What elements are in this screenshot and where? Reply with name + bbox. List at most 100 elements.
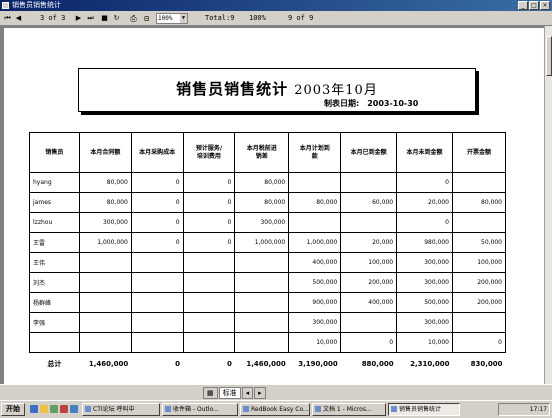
maximize-button[interactable]: □ xyxy=(529,1,539,10)
export-icon[interactable]: ⊟ xyxy=(141,13,152,24)
table-cell: 0 xyxy=(452,332,506,353)
table-cell: 80,000 xyxy=(78,172,132,193)
table-cell xyxy=(78,332,132,353)
report-period: 2003年10月 xyxy=(294,83,378,98)
total-cell: 0 xyxy=(226,359,232,368)
table-cell: 1,000,000 xyxy=(78,232,132,253)
table-cell: 杨群峰 xyxy=(29,292,80,313)
refresh-icon[interactable]: ↻ xyxy=(112,14,121,23)
table-cell: 500,000 xyxy=(396,292,453,313)
tab-scroll-right[interactable]: ▸ xyxy=(254,387,266,399)
folder-icon[interactable] xyxy=(40,405,48,413)
taskbar-task[interactable]: 销售员销售统计 xyxy=(388,403,460,416)
table-cell: 王雷 xyxy=(29,232,80,253)
table-cell xyxy=(452,212,506,233)
table-cell xyxy=(234,272,290,293)
table-cell: 0 xyxy=(396,212,453,233)
table-cell: 80,000 xyxy=(78,192,132,213)
last-page-icon[interactable]: ⏭ xyxy=(86,14,95,23)
table-cell: 刘杰 xyxy=(29,272,80,293)
table-cell xyxy=(130,312,184,333)
next-page-icon[interactable]: ▶ xyxy=(74,14,83,23)
table-cell: 0 xyxy=(130,212,184,233)
table-cell: 900,000 xyxy=(288,292,342,313)
table-row: 李强 300,000 300,000 xyxy=(29,312,506,333)
window-title: 销售员销售统计 xyxy=(12,1,61,9)
table-cell xyxy=(340,172,398,193)
scrollbar-thumb[interactable] xyxy=(546,36,552,76)
chevron-down-icon: ▼ xyxy=(180,14,187,23)
first-page-icon[interactable]: ⏮ xyxy=(3,14,12,23)
table-cell xyxy=(234,252,290,273)
table-cell xyxy=(78,312,132,333)
table-cell: 0 xyxy=(182,192,236,213)
table-cell: james xyxy=(29,192,80,213)
minimize-button[interactable]: _ xyxy=(518,1,528,10)
table-cell: 李强 xyxy=(29,312,80,333)
total-cell: 总计 xyxy=(47,359,62,368)
taskbar-task[interactable]: CTI论坛 呼叫中 xyxy=(82,403,160,416)
table-cell xyxy=(78,252,132,273)
total-records: Total:9 xyxy=(205,14,235,22)
taskbar-task[interactable]: 收件箱 - Outlo... xyxy=(162,403,238,416)
taskbar: 开始 CTI论坛 呼叫中 收件箱 - Outlo... RedBook Easy C… xyxy=(0,400,552,418)
table-cell: 10,000 xyxy=(396,332,453,353)
close-button[interactable]: × xyxy=(540,1,550,10)
total-cell: 1,460,000 xyxy=(88,359,129,368)
report-page: 销售员销售统计 2003年10月 制表日期: 2003-10-30 销售员 本月合同额… xyxy=(4,28,544,384)
media-icon[interactable] xyxy=(60,405,68,413)
sheet-icon[interactable]: ▦ xyxy=(203,387,218,399)
table-cell: 200,000 xyxy=(452,292,506,313)
column-header: 销售员 xyxy=(29,132,80,173)
table-cell: 1,000,000 xyxy=(234,232,290,253)
table-cell xyxy=(182,252,236,273)
table-cell: 100,000 xyxy=(452,252,506,273)
table-cell xyxy=(182,292,236,313)
table-cell: hyang xyxy=(29,172,80,193)
table-cell xyxy=(234,332,290,353)
previous-page-icon[interactable]: ◀ xyxy=(14,14,23,23)
column-header: 本月税前进 销差 xyxy=(234,132,290,173)
start-button[interactable]: 开始 xyxy=(1,403,25,416)
ie-icon[interactable] xyxy=(30,405,38,413)
table-cell: 80,000 xyxy=(288,192,342,213)
table-cell: 1,000,000 xyxy=(288,232,342,253)
table-cell: 50,000 xyxy=(452,232,506,253)
taskbar-task[interactable]: RedBook Easy Co... xyxy=(240,403,310,416)
desktop-icon[interactable] xyxy=(50,405,58,413)
column-header: 预计服务/ 培训费用 xyxy=(182,132,236,173)
tab-standard[interactable]: 标准 xyxy=(218,387,241,399)
table-cell: 0 xyxy=(130,232,184,253)
table-cell xyxy=(182,332,236,353)
table-cell: 300,000 xyxy=(396,312,453,333)
tab-scroll-left[interactable]: ◂ xyxy=(241,387,254,399)
clock: 17:17 xyxy=(529,406,547,413)
table-cell: 80,000 xyxy=(234,172,290,193)
table-cell: 王伟 xyxy=(29,252,80,273)
print-icon[interactable]: ⎙ xyxy=(128,13,139,24)
system-tray: 17:17 xyxy=(498,403,550,416)
table-cell xyxy=(288,172,342,193)
vertical-scrollbar[interactable] xyxy=(544,26,552,384)
make-date: 制表日期: 2003-10-30 xyxy=(324,99,419,108)
total-cell: 3,190,000 xyxy=(298,359,338,368)
table-row: 10,000 0 10,000 0 xyxy=(29,332,506,353)
table-cell: 0 xyxy=(182,212,236,233)
table-cell: 0 xyxy=(130,172,184,193)
taskbar-task[interactable]: 文档 1 - Micros... xyxy=(312,403,386,416)
outlook-icon[interactable] xyxy=(70,405,78,413)
table-cell xyxy=(130,252,184,273)
table-cell xyxy=(78,292,132,313)
sheet-tab-bar: ▦ 标准 ◂ ▸ xyxy=(203,387,266,399)
table-cell xyxy=(452,312,506,333)
table-cell: lzzhou xyxy=(29,212,80,233)
table-cell: 60,000 xyxy=(340,192,398,213)
table-cell: 0 xyxy=(182,172,236,193)
stop-icon[interactable]: ■ xyxy=(100,14,109,23)
status-bar: ▦ 标准 ◂ ▸ xyxy=(0,384,552,400)
total-cell: 2,310,000 xyxy=(410,359,450,368)
table-row: 杨群峰 900,000 400,000 500,000 200,000 xyxy=(29,292,506,313)
table-cell: 400,000 xyxy=(340,292,398,313)
zoom-select[interactable]: 100% ▼ xyxy=(156,13,188,24)
column-header: 本月计划到 款 xyxy=(288,132,342,173)
